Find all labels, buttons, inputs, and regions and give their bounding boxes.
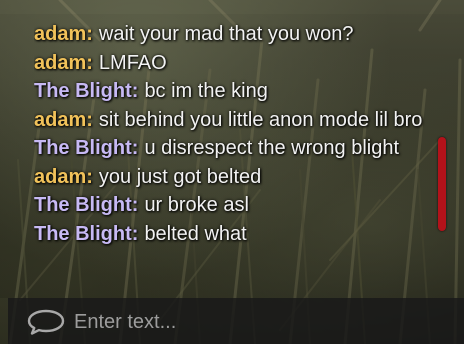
chat-message: adam: you just got belted bbox=[34, 163, 432, 192]
message-author: adam: bbox=[34, 165, 93, 188]
chat-panel: adam: wait your mad that you won? adam: LM… bbox=[0, 14, 464, 298]
chat-message: The Blight: u disrespect the wrong blight bbox=[34, 134, 432, 163]
message-author: The Blight: bbox=[34, 80, 139, 102]
chat-message: The Blight: belted what bbox=[34, 220, 432, 249]
message-text: belted what bbox=[144, 222, 247, 245]
message-author: The Blight: bbox=[34, 194, 139, 216]
chat-text-input[interactable] bbox=[74, 307, 454, 337]
message-text: sit behind you little anon mode lil bro bbox=[98, 108, 423, 131]
chat-message: The Blight: ur broke asl bbox=[34, 191, 432, 220]
chat-scrollbar-thumb[interactable] bbox=[438, 137, 446, 231]
message-author: adam: bbox=[34, 23, 93, 45]
message-author: The Blight: bbox=[34, 137, 139, 159]
chat-message: adam: wait your mad that you won? bbox=[34, 20, 432, 49]
message-text: wait your mad that you won? bbox=[98, 23, 354, 45]
message-text: LMFAO bbox=[98, 51, 167, 74]
chat-message: The Blight: bc im the king bbox=[34, 77, 432, 106]
game-screen: adam: wait your mad that you won? adam: LM… bbox=[0, 0, 464, 344]
chat-log[interactable]: adam: wait your mad that you won? adam: LM… bbox=[34, 20, 432, 298]
speech-bubble-icon bbox=[27, 309, 65, 335]
chat-input-bar bbox=[8, 298, 464, 344]
message-text: ur broke asl bbox=[144, 194, 249, 216]
message-text: u disrespect the wrong blight bbox=[144, 137, 400, 159]
message-author: adam: bbox=[34, 108, 93, 131]
message-text: you just got belted bbox=[98, 165, 262, 188]
chat-message: adam: LMFAO bbox=[34, 49, 432, 78]
chat-message: adam: sit behind you little anon mode lil… bbox=[34, 106, 432, 135]
message-text: bc im the king bbox=[144, 80, 268, 102]
message-author: The Blight: bbox=[34, 222, 139, 245]
message-author: adam: bbox=[34, 51, 93, 74]
